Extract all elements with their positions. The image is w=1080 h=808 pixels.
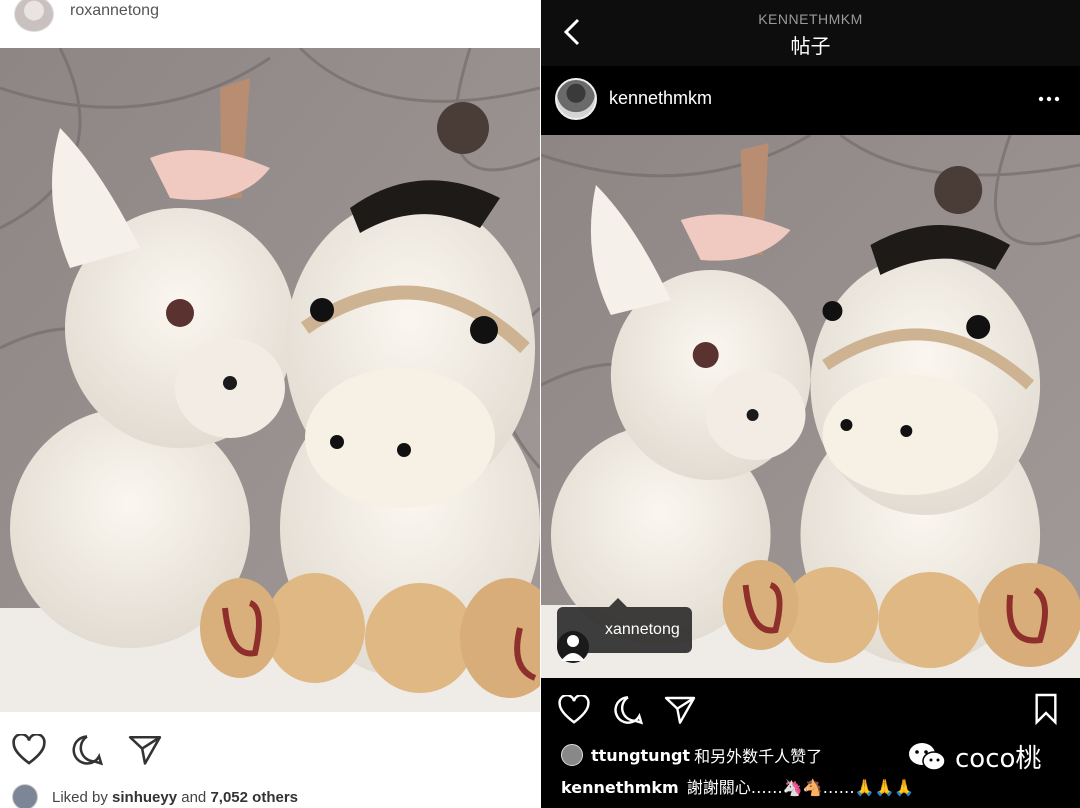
page-title: 帖子 [790, 34, 831, 58]
liked-user[interactable]: sinhueyy [112, 789, 177, 806]
post-caption: kennethmkm 謝謝關心……🦄🐴……🙏🙏🙏 [561, 774, 914, 798]
wechat-icon [909, 742, 946, 771]
plush-photo-illustration [541, 135, 1080, 678]
avatar[interactable] [14, 0, 54, 32]
watermark: coco桃 [907, 738, 1041, 775]
post-username[interactable]: roxannetong [70, 2, 159, 20]
more-dots-icon[interactable] [1034, 86, 1064, 112]
post-username[interactable]: kennethmkm [609, 88, 712, 109]
liked-middle: and [181, 788, 207, 806]
person-tag-icon[interactable] [557, 631, 589, 663]
avatar[interactable] [555, 78, 597, 120]
comment-bubble-icon[interactable] [609, 692, 647, 728]
comment-bubble-icon[interactable] [66, 730, 108, 770]
avatar[interactable] [12, 784, 38, 808]
post-photo[interactable] [0, 48, 540, 712]
post-header: kennethmkm [541, 66, 1080, 135]
heart-icon[interactable] [8, 730, 50, 770]
avatar[interactable] [561, 744, 583, 766]
tag-username: xannetong [605, 621, 680, 638]
right-post-panel: KENNETHMKM 帖子 kennethmkm xannetong ttung… [541, 0, 1080, 808]
liked-prefix: Liked by [52, 788, 108, 806]
post-action-bar: Liked by sinhueyy and 7,052 others [0, 712, 540, 808]
left-post-panel: roxannetong Liked by sinhueyy and 7,052 … [0, 0, 540, 808]
header-username: KENNETHMKM [758, 11, 863, 27]
likes-user[interactable]: ttungtungt [591, 746, 690, 765]
liked-by-line[interactable]: Liked by sinhueyy and 7,052 others [12, 784, 298, 808]
heart-icon[interactable] [555, 692, 593, 728]
caption-username[interactable]: kennethmkm [561, 778, 679, 797]
top-nav-bar: KENNETHMKM 帖子 [541, 0, 1080, 66]
likes-text: 和另外数千人赞了 [694, 747, 823, 766]
paper-plane-icon[interactable] [124, 730, 166, 770]
post-action-bar: ttungtungt 和另外数千人赞了 kennethmkm 謝謝關心……🦄🐴……… [541, 678, 1080, 808]
likes-line[interactable]: ttungtungt 和另外数千人赞了 [561, 742, 822, 768]
paper-plane-icon[interactable] [661, 692, 699, 728]
liked-count[interactable]: 7,052 others [210, 789, 298, 806]
plush-photo-illustration [0, 48, 540, 712]
bookmark-icon[interactable] [1030, 690, 1062, 728]
watermark-text: coco桃 [955, 744, 1042, 774]
post-photo[interactable]: xannetong [541, 135, 1080, 678]
caption-text: 謝謝關心……🦄🐴……🙏🙏🙏 [686, 778, 915, 797]
post-header: roxannetong [0, 0, 540, 48]
